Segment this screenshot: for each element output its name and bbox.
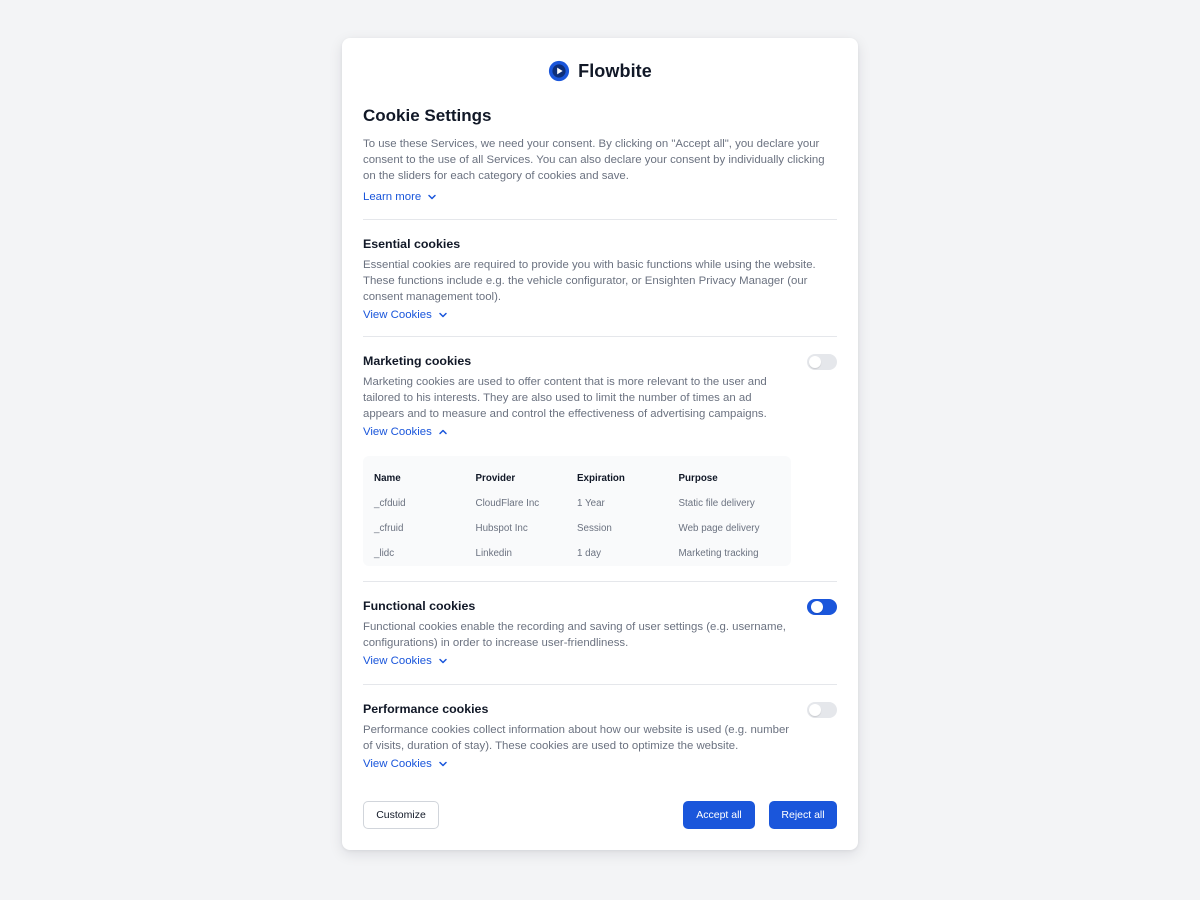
chevron-down-icon [439, 761, 447, 767]
table-cell: Linkedin [475, 548, 513, 559]
chevron-down-icon [439, 312, 447, 318]
table-row: _lidc Linkedin 1 day Marketing tracking [374, 541, 780, 566]
intro-text: To use these Services, we need your cons… [363, 138, 825, 182]
section-title: Marketing cookies [363, 354, 472, 368]
section-description: Essential cookies are required to provid… [363, 259, 816, 303]
column-header: Name [374, 473, 401, 484]
customize-button[interactable]: Customize [363, 801, 439, 829]
toggle-knob [809, 356, 821, 368]
toggle-knob [811, 601, 823, 613]
reject-all-button[interactable]: Reject all [769, 801, 837, 829]
learn-more-label: Learn more [363, 191, 422, 203]
section-title: Esential cookies [363, 237, 461, 251]
marketing-cookies-toggle[interactable] [807, 354, 837, 370]
table-row: _cfduid CloudFlare Inc 1 Year Static fil… [374, 491, 780, 516]
table-cell: _lidc [374, 548, 395, 559]
divider [363, 684, 837, 685]
divider [363, 219, 837, 220]
chevron-down-icon [428, 194, 436, 200]
table-cell: CloudFlare Inc [475, 498, 540, 509]
toggle-knob [809, 704, 821, 716]
view-cookies-label: View Cookies [363, 426, 432, 438]
table-cell: _cfruid [374, 523, 404, 534]
view-cookies-link-essential[interactable]: View Cookies [363, 309, 448, 321]
view-cookies-label: View Cookies [363, 655, 432, 667]
section-essential-cookies: Esential cookies Essential cookies are r… [363, 237, 837, 323]
table-row: _cfruid Hubspot Inc Session Web page del… [374, 516, 780, 541]
section-title: Performance cookies [363, 702, 489, 716]
view-cookies-label: View Cookies [363, 758, 432, 770]
accept-all-button[interactable]: Accept all [683, 801, 755, 829]
chevron-up-icon [439, 429, 447, 435]
table-cell: 1 Year [577, 498, 605, 509]
table-cell: Static file delivery [678, 498, 755, 509]
section-description: Marketing cookies are used to offer cont… [363, 376, 767, 420]
cookie-table: Name Provider Expiration Purpose _cfduid… [363, 456, 791, 566]
view-cookies-link-functional[interactable]: View Cookies [363, 655, 448, 667]
table-cell: Hubspot Inc [475, 523, 528, 534]
learn-more-link[interactable]: Learn more [363, 191, 437, 203]
section-marketing-cookies: Marketing cookies Marketing cookies are … [363, 354, 837, 440]
cookie-settings-modal: Flowbite Cookie Settings To use these Se… [342, 38, 858, 850]
table-cell: 1 day [577, 548, 601, 559]
view-cookies-link-performance[interactable]: View Cookies [363, 758, 448, 770]
performance-cookies-toggle[interactable] [807, 702, 837, 718]
brand-name: Flowbite [578, 60, 652, 81]
column-header: Expiration [577, 473, 625, 484]
table-cell: Marketing tracking [678, 548, 759, 559]
divider [363, 336, 837, 337]
table-cell: _cfduid [374, 498, 406, 509]
table-cell: Web page delivery [678, 523, 760, 534]
page-title: Cookie Settings [363, 106, 492, 125]
section-performance-cookies: Performance cookies Performance cookies … [363, 702, 837, 772]
section-title: Functional cookies [363, 599, 476, 613]
column-header: Provider [475, 473, 516, 484]
divider [363, 581, 837, 582]
table-header-row: Name Provider Expiration Purpose [374, 466, 780, 491]
section-description: Functional cookies enable the recording … [363, 621, 786, 649]
play-circle-icon [549, 60, 570, 82]
table-cell: Session [577, 523, 612, 534]
column-header: Purpose [678, 473, 718, 484]
brand: Flowbite [342, 60, 858, 82]
section-functional-cookies: Functional cookies Functional cookies en… [363, 599, 837, 669]
chevron-down-icon [439, 658, 447, 664]
view-cookies-label: View Cookies [363, 309, 432, 321]
functional-cookies-toggle[interactable] [807, 599, 837, 615]
view-cookies-link-marketing[interactable]: View Cookies [363, 426, 448, 438]
section-description: Performance cookies collect information … [363, 724, 790, 752]
